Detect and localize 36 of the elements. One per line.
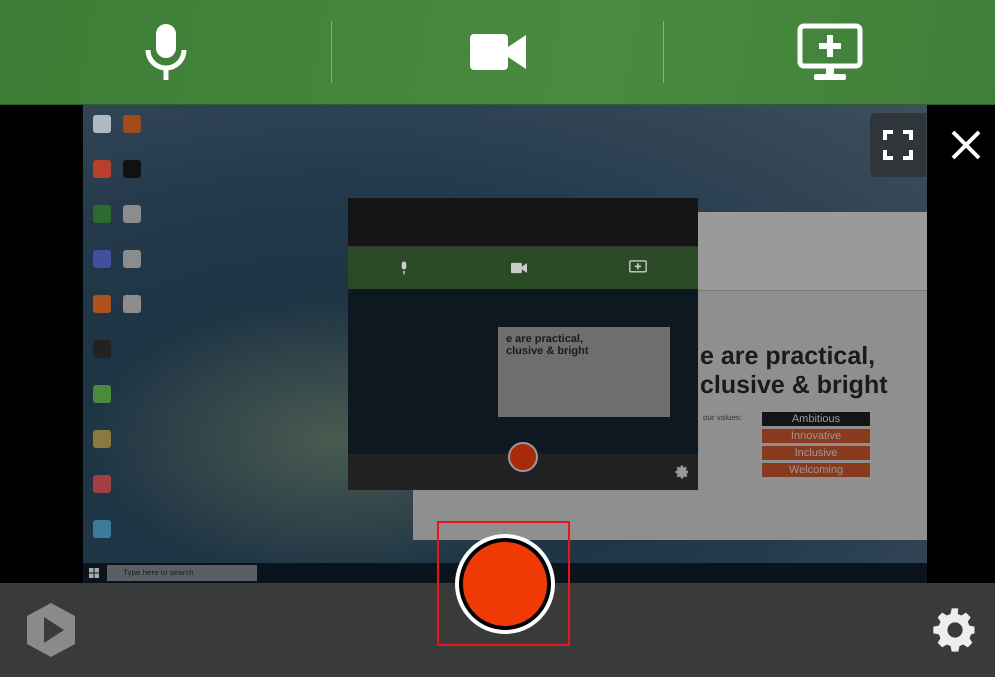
desktop-icon [123, 160, 141, 178]
desktop-icon [93, 520, 111, 538]
desktop-icon [93, 430, 111, 448]
desktop-icon [93, 385, 111, 403]
desktop-icon [123, 205, 141, 223]
desktop-icon [93, 205, 111, 223]
desktop-icon [123, 250, 141, 268]
slide-title-line: clusive & bright [700, 371, 888, 400]
desktop-icon [123, 115, 141, 133]
desktop-icon [93, 295, 111, 313]
desktop-icon [93, 115, 111, 133]
value-label: Ambitious [762, 412, 870, 426]
nested-slide-title-line: clusive & bright [506, 345, 590, 357]
start-icon[interactable] [89, 568, 99, 578]
video-camera-icon [511, 262, 527, 274]
add-screen-icon[interactable] [796, 23, 862, 81]
fullscreen-button[interactable] [870, 113, 926, 177]
play-hexagon-logo-icon[interactable] [24, 601, 78, 659]
value-label: Welcoming [762, 463, 870, 477]
slide-caption: our values: [703, 413, 742, 422]
slide-title-line: e are practical, [700, 342, 876, 371]
fullscreen-icon [883, 130, 913, 160]
desktop-icon [123, 295, 141, 313]
close-icon[interactable] [950, 129, 982, 161]
taskbar-search-field[interactable]: Type here to search [107, 565, 257, 581]
video-camera-icon[interactable] [470, 32, 526, 72]
desktop-icon [93, 250, 111, 268]
value-label: Innovative [762, 429, 870, 443]
settings-icon [674, 464, 690, 480]
desktop-icon [93, 340, 111, 358]
desktop-icon [93, 160, 111, 178]
value-label: Inclusive [762, 446, 870, 460]
microphone-icon [399, 260, 409, 276]
desktop-icon [93, 475, 111, 493]
nested-slide-title-line: e are practical, [506, 333, 584, 345]
microphone-icon[interactable] [144, 24, 188, 80]
